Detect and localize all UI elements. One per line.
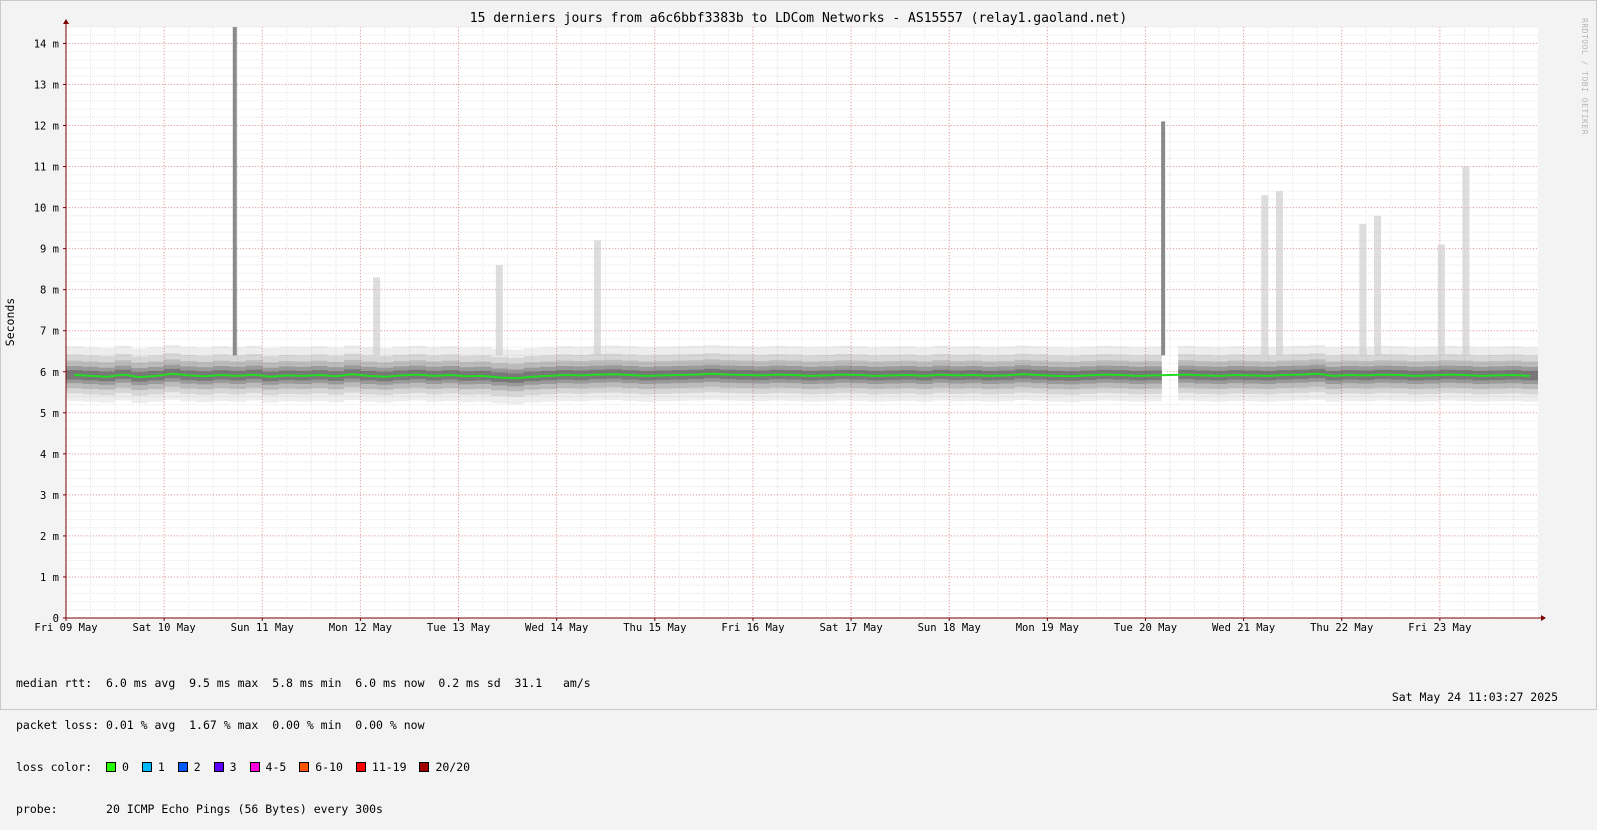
x-tick-label: Sat 10 May [133, 622, 196, 634]
y-tick-label: 1 m [40, 572, 59, 584]
y-tick-label: 7 m [40, 326, 59, 338]
latency-spike [1161, 121, 1166, 356]
median-rtt-row: median rtt: 6.0 ms avg 9.5 ms max 5.8 ms… [16, 676, 591, 690]
loss-color-label-text: 11-19 [371, 760, 407, 774]
latency-spike [593, 240, 601, 356]
loss-color-label-text: 0 [122, 760, 129, 774]
latency-spike [1275, 191, 1283, 356]
y-tick-label: 14 m [34, 38, 59, 50]
x-tick-label: Wed 21 May [1212, 622, 1275, 634]
loss-color-swatch [213, 762, 224, 772]
latency-spike [1261, 195, 1269, 356]
loss-color-swatch [106, 762, 117, 772]
loss-color-swatch [249, 762, 260, 772]
loss-color-label-text: 3 [229, 760, 237, 774]
loss-color-item: 20/20 [419, 760, 470, 774]
loss-color-swatch [299, 762, 310, 772]
latency-spike [373, 277, 381, 356]
legend-panel: median rtt: 6.0 ms avg 9.5 ms max 5.8 ms… [16, 648, 591, 830]
x-tick-label: Thu 15 May [623, 622, 686, 634]
packet-loss-row: packet loss: 0.01 % avg 1.67 % max 0.00 … [16, 718, 591, 732]
x-tick-label: Sat 17 May [819, 622, 882, 634]
loss-color-item: 3 [213, 760, 237, 774]
latency-spike [1374, 215, 1382, 356]
y-tick-label: 12 m [34, 121, 59, 133]
loss-color-swatch [141, 762, 152, 772]
loss-color-swatch [177, 762, 188, 772]
y-tick-label: 5 m [40, 408, 59, 420]
x-tick-label: Tue 13 May [427, 622, 490, 634]
loss-color-swatch [355, 762, 366, 772]
y-tick-label: 13 m [34, 79, 59, 91]
x-axis-arrow [1541, 615, 1546, 621]
x-tick-label: Fri 16 May [721, 622, 784, 634]
loss-color-item: 2 [177, 760, 201, 774]
probe-info: 20 ICMP Echo Pings (56 Bytes) every 300s [106, 802, 383, 816]
x-tick-label: Mon 19 May [1016, 622, 1079, 634]
loss-color-label-text: 20/20 [435, 760, 471, 774]
y-tick-label: 4 m [40, 449, 59, 461]
x-tick-label: Thu 22 May [1310, 622, 1373, 634]
packet-loss-stats: 0.01 % avg 1.67 % max 0.00 % min 0.00 % … [106, 718, 425, 732]
x-tick-label: Fri 23 May [1408, 622, 1471, 634]
loss-color-label-text: 6-10 [315, 760, 343, 774]
x-tick-label: Sun 18 May [918, 622, 981, 634]
loss-color-label-text: 4-5 [265, 760, 287, 774]
y-tick-label: 6 m [40, 367, 59, 379]
y-axis-arrow [63, 19, 69, 24]
loss-color-label-text: 1 [157, 760, 165, 774]
y-axis-label: Seconds [3, 298, 17, 346]
smokeping-chart: 01 m2 m3 m4 m5 m6 m7 m8 m9 m10 m11 m12 m… [3, 19, 1546, 634]
median-rtt-label: median rtt: [16, 676, 93, 690]
y-tick-label: 3 m [40, 490, 59, 502]
loss-color-item: 4-5 [249, 760, 287, 774]
median-rtt-stats: 6.0 ms avg 9.5 ms max 5.8 ms min 6.0 ms … [106, 676, 591, 690]
loss-color-swatch [419, 762, 430, 772]
probe-row: probe: 20 ICMP Echo Pings (56 Bytes) eve… [16, 802, 591, 816]
loss-color-label: loss color: [16, 760, 93, 774]
latency-spike [1437, 244, 1445, 356]
x-tick-labels: Fri 09 May Sat 10 May Sun 11 May Mon 12 May… [34, 618, 1471, 634]
latency-spike [495, 265, 503, 356]
x-tick-label: Tue 20 May [1114, 622, 1177, 634]
loss-color-item: 0 [106, 760, 129, 774]
loss-color-label-text: 2 [193, 760, 201, 774]
latency-spike [1359, 224, 1367, 356]
y-tick-label: 8 m [40, 285, 59, 297]
y-tick-label: 2 m [40, 531, 59, 543]
probe-label: probe: [16, 802, 58, 816]
y-tick-labels: 01 m2 m3 m4 m5 m6 m7 m8 m9 m10 m11 m12 m… [34, 38, 66, 625]
x-tick-label: Wed 14 May [525, 622, 588, 634]
loss-color-legend: 0 1 2 3 4-5 6-10 11-19 20/20 [106, 760, 483, 774]
y-tick-label: 11 m [34, 162, 59, 174]
loss-color-row: loss color: 0 1 2 3 4-5 6-10 11-19 20/20 [16, 760, 591, 774]
loss-color-item: 1 [141, 760, 165, 774]
loss-color-item: 11-19 [355, 760, 407, 774]
packet-loss-label: packet loss: [16, 718, 100, 732]
y-tick-label: 10 m [34, 203, 59, 215]
generated-timestamp: Sat May 24 11:03:27 2025 [1391, 690, 1558, 704]
x-tick-label: Sun 11 May [231, 622, 294, 634]
latency-spike [232, 27, 237, 356]
loss-color-item: 6-10 [299, 760, 343, 774]
x-tick-label: Fri 09 May [34, 622, 97, 634]
latency-spike [1462, 166, 1470, 356]
y-tick-label: 9 m [40, 244, 59, 256]
x-tick-label: Mon 12 May [329, 622, 392, 634]
